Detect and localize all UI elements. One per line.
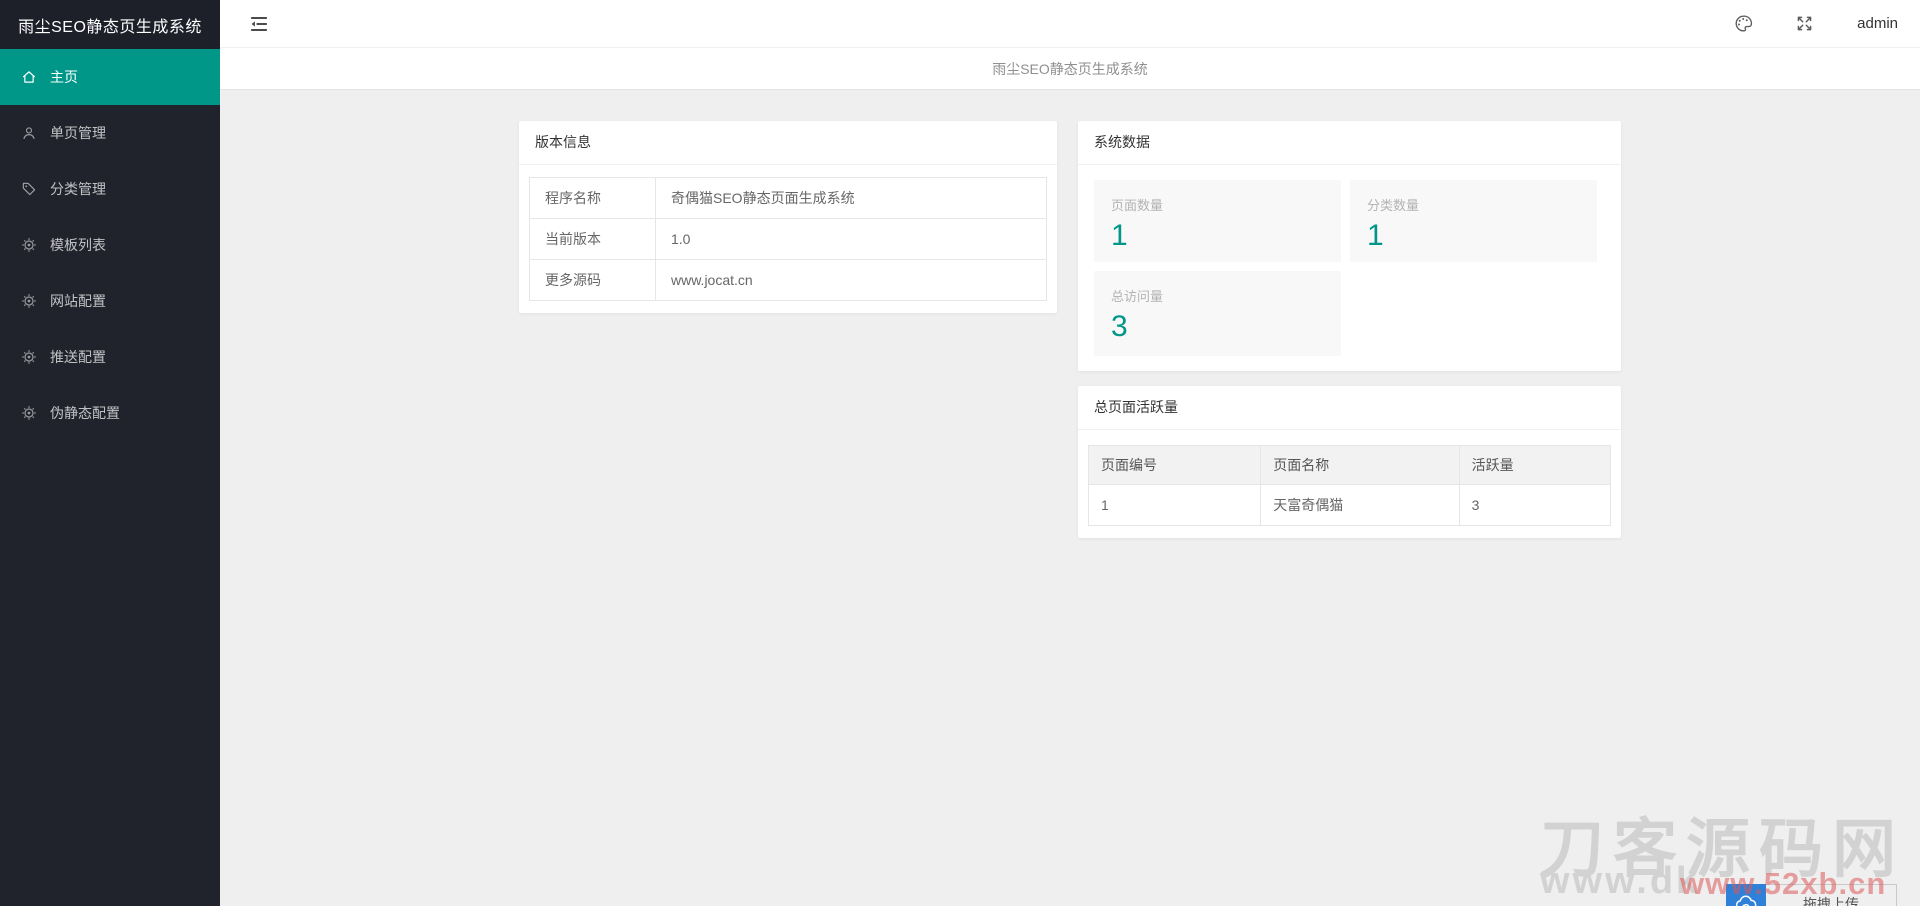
user-menu[interactable]: admin <box>1857 15 1898 32</box>
version-row-value: 1.0 <box>656 219 1047 260</box>
gear-icon <box>21 293 37 309</box>
upload-dropzone-label: 拖拽上传 <box>1803 894 1859 906</box>
upload-button[interactable] <box>1726 884 1766 906</box>
gear-icon <box>21 405 37 421</box>
cell-activity: 3 <box>1459 485 1610 526</box>
sidebar-item-label: 主页 <box>50 67 78 87</box>
sidebar-item-label: 分类管理 <box>50 179 106 199</box>
sidebar-item-label: 模板列表 <box>50 235 106 255</box>
table-row: 程序名称 奇偶猫SEO静态页面生成系统 <box>530 178 1047 219</box>
left-column: 版本信息 程序名称 奇偶猫SEO静态页面生成系统 当前版本 1.0 <box>519 121 1057 313</box>
sidebar-item-label: 网站配置 <box>50 291 106 311</box>
main-content: 版本信息 程序名称 奇偶猫SEO静态页面生成系统 当前版本 1.0 <box>220 90 1920 906</box>
stat-page-count: 页面数量 1 <box>1094 180 1341 262</box>
version-row-label: 程序名称 <box>530 178 656 219</box>
activity-table: 页面编号 页面名称 活跃量 1 天富奇偶猫 3 <box>1088 445 1611 526</box>
tab-home[interactable]: 雨尘SEO静态页生成系统 <box>974 59 1166 79</box>
system-data-card: 系统数据 页面数量 1 分类数量 1 总访 <box>1078 121 1621 371</box>
header-actions: admin <box>1733 13 1898 34</box>
column-header: 页面名称 <box>1261 446 1459 485</box>
cell-page-id: 1 <box>1089 485 1261 526</box>
stats-grid: 页面数量 1 分类数量 1 总访问量 3 <box>1088 177 1611 359</box>
gear-icon <box>21 349 37 365</box>
activity-card: 总页面活跃量 页面编号 页面名称 活跃量 <box>1078 386 1621 538</box>
tag-icon <box>21 181 37 197</box>
sidebar-item-rewrite-config[interactable]: 伪静态配置 <box>0 385 220 441</box>
stat-label: 总访问量 <box>1111 286 1324 305</box>
stat-label: 页面数量 <box>1111 195 1324 214</box>
version-card-title: 版本信息 <box>519 121 1057 165</box>
app-window: 雨尘SEO静态页生成系统 主页 单页管理 分类管理 模板列表 网站配置 推送配置… <box>0 0 1920 906</box>
right-column: 系统数据 页面数量 1 分类数量 1 总访 <box>1078 121 1621 538</box>
table-row: 1 天富奇偶猫 3 <box>1089 485 1611 526</box>
sidebar-item-pages[interactable]: 单页管理 <box>0 105 220 161</box>
sidebar-item-home[interactable]: 主页 <box>0 49 220 105</box>
system-card-body: 页面数量 1 分类数量 1 总访问量 3 <box>1078 165 1621 371</box>
version-card-body: 程序名称 奇偶猫SEO静态页面生成系统 当前版本 1.0 更多源码 www.jo… <box>519 165 1057 313</box>
stat-label: 分类数量 <box>1367 195 1580 214</box>
activity-card-body: 页面编号 页面名称 活跃量 1 天富奇偶猫 3 <box>1078 430 1621 538</box>
fullscreen-icon[interactable] <box>1794 13 1815 34</box>
stat-category-count: 分类数量 1 <box>1350 180 1597 262</box>
top-header: admin <box>220 0 1920 48</box>
activity-card-title: 总页面活跃量 <box>1078 386 1621 430</box>
sidebar-item-label: 单页管理 <box>50 123 106 143</box>
sidebar-item-site-config[interactable]: 网站配置 <box>0 273 220 329</box>
version-card: 版本信息 程序名称 奇偶猫SEO静态页面生成系统 当前版本 1.0 <box>519 121 1057 313</box>
sidebar-item-templates[interactable]: 模板列表 <box>0 217 220 273</box>
app-logo: 雨尘SEO静态页生成系统 <box>0 0 220 49</box>
table-row: 更多源码 www.jocat.cn <box>530 260 1047 301</box>
cards-container: 版本信息 程序名称 奇偶猫SEO静态页面生成系统 当前版本 1.0 <box>519 121 1621 538</box>
user-icon <box>21 125 37 141</box>
upload-dropzone[interactable]: 拖拽上传 <box>1766 884 1897 906</box>
cell-page-name: 天富奇偶猫 <box>1261 485 1459 526</box>
stat-total-visits: 总访问量 3 <box>1094 271 1341 356</box>
version-row-label: 当前版本 <box>530 219 656 260</box>
sidebar-item-push-config[interactable]: 推送配置 <box>0 329 220 385</box>
column-header: 活跃量 <box>1459 446 1610 485</box>
sidebar: 雨尘SEO静态页生成系统 主页 单页管理 分类管理 模板列表 网站配置 推送配置… <box>0 0 220 906</box>
version-row-value: 奇偶猫SEO静态页面生成系统 <box>656 178 1047 219</box>
stat-value: 3 <box>1111 310 1324 344</box>
cloud-upload-icon <box>1734 892 1758 906</box>
sidebar-item-label: 推送配置 <box>50 347 106 367</box>
version-table: 程序名称 奇偶猫SEO静态页面生成系统 当前版本 1.0 更多源码 www.jo… <box>529 177 1047 301</box>
table-header-row: 页面编号 页面名称 活跃量 <box>1089 446 1611 485</box>
home-icon <box>21 69 37 85</box>
column-header: 页面编号 <box>1089 446 1261 485</box>
version-row-label: 更多源码 <box>530 260 656 301</box>
upload-widget: 拖拽上传 <box>1726 884 1897 906</box>
stat-value: 1 <box>1367 219 1580 253</box>
sidebar-item-label: 伪静态配置 <box>50 403 120 423</box>
gear-icon <box>21 237 37 253</box>
sidebar-item-categories[interactable]: 分类管理 <box>0 161 220 217</box>
system-card-title: 系统数据 <box>1078 121 1621 165</box>
sidebar-toggle-button[interactable] <box>248 13 270 35</box>
table-row: 当前版本 1.0 <box>530 219 1047 260</box>
stat-value: 1 <box>1111 219 1324 253</box>
theme-palette-icon[interactable] <box>1733 13 1754 34</box>
version-row-value: www.jocat.cn <box>656 260 1047 301</box>
tab-bar: 雨尘SEO静态页生成系统 <box>220 48 1920 90</box>
